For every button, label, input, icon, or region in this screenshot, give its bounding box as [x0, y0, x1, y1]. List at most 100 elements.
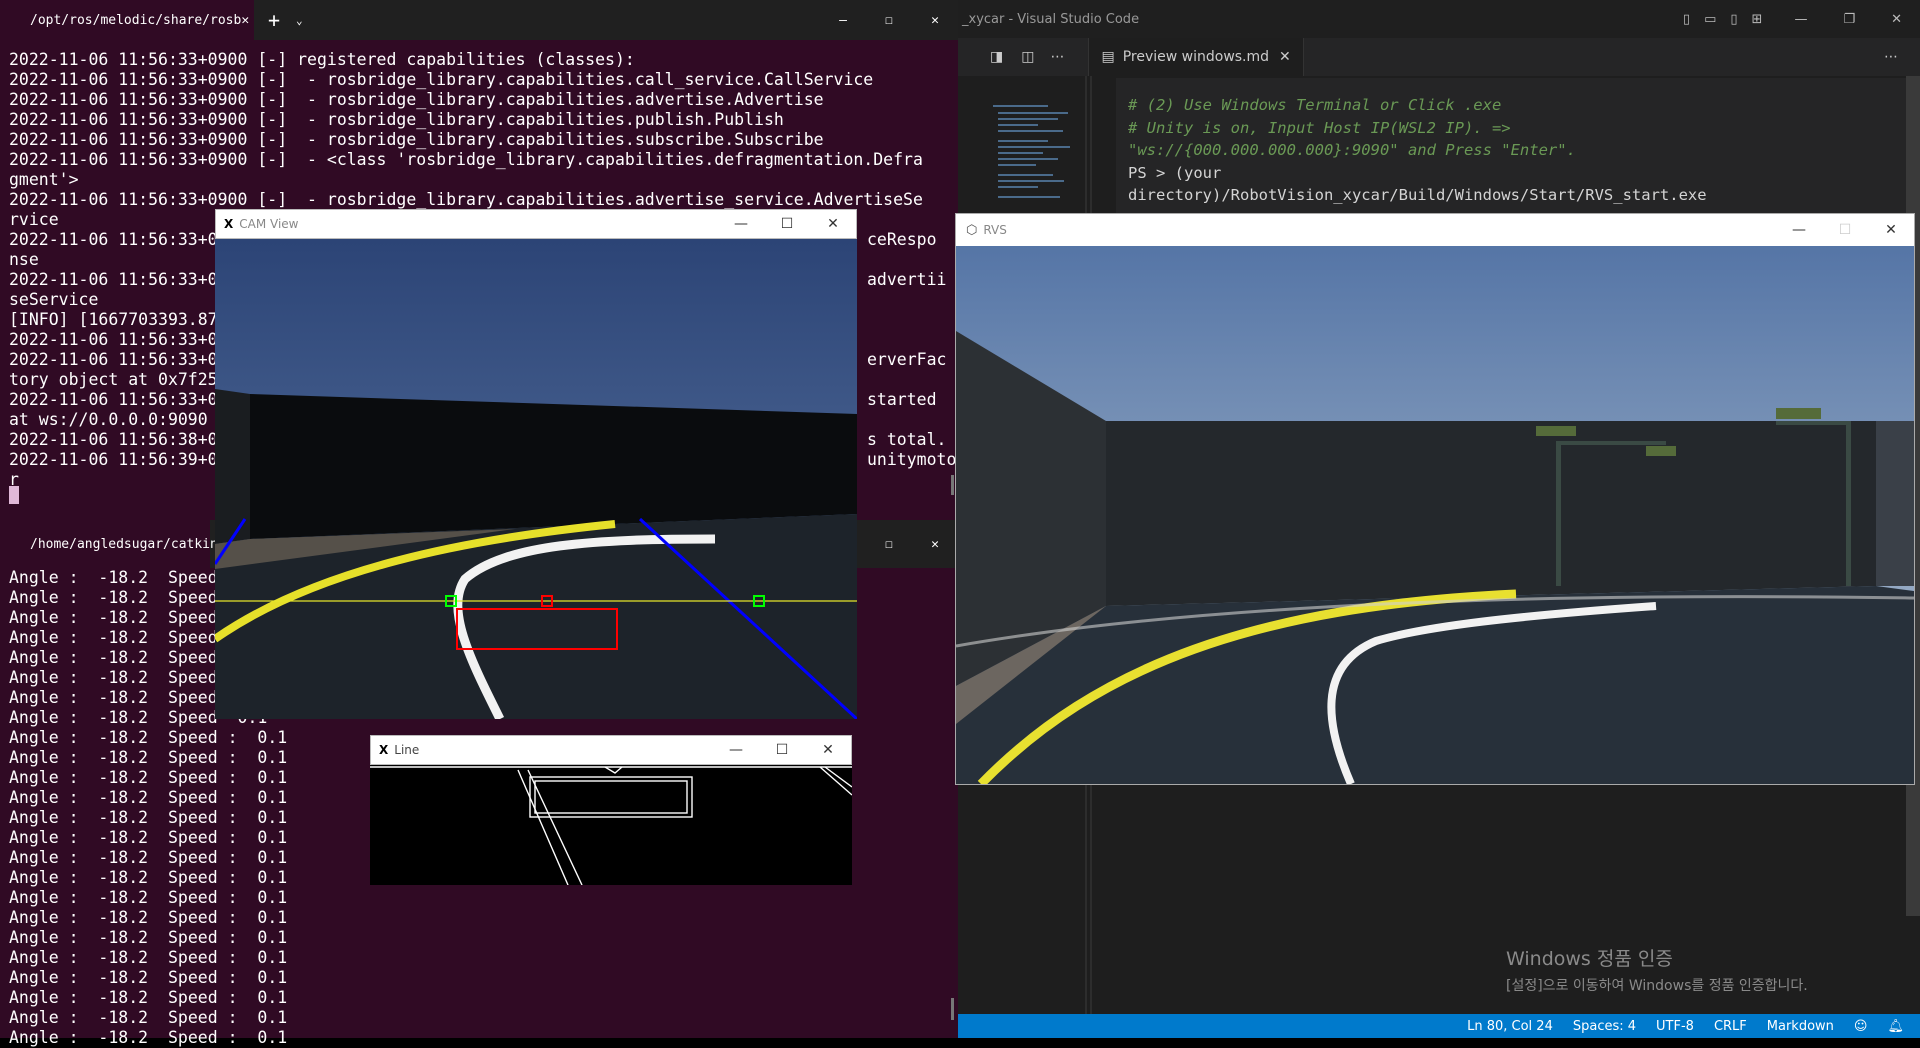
close-window-icon[interactable]: ✕	[1868, 222, 1914, 238]
speed-label: Speed :	[167, 848, 238, 867]
status-language[interactable]: Markdown	[1767, 1019, 1834, 1034]
terminal-top-tab[interactable]: /opt/ros/melodic/share/rosb ✕	[0, 0, 254, 40]
customize-layout-icon[interactable]: ⊞	[1752, 12, 1763, 27]
terminal-line-fragment: seService	[9, 290, 99, 309]
minimize-icon[interactable]: —	[1776, 222, 1822, 238]
watermark-subtitle: [설정]으로 이동하여 Windows를 정품 인증합니다.	[1506, 978, 1808, 994]
close-icon[interactable]: ✕	[241, 13, 249, 28]
terminal-line-fragment: at ws://0.0.0.0:9090	[9, 410, 208, 429]
line-title: Line	[394, 743, 420, 757]
minimize-icon[interactable]: —	[820, 13, 866, 28]
angle-label: Angle :	[9, 708, 79, 727]
minimap[interactable]	[978, 100, 1078, 210]
cam-view-window: X CAM View — ☐ ✕	[215, 209, 857, 719]
open-changes-icon[interactable]: ◨	[990, 49, 1003, 65]
maximize-icon[interactable]: ☐	[866, 13, 912, 28]
more-actions-icon[interactable]: ⋯	[1884, 49, 1898, 65]
angle-label: Angle :	[9, 908, 79, 927]
angle-label: Angle :	[9, 768, 79, 787]
angle-label: Angle :	[9, 1008, 79, 1027]
maximize-icon[interactable]: ☐	[1822, 222, 1868, 238]
terminal-line-fragment: [INFO] [1667703393.87	[9, 310, 218, 329]
terminal-row: Angle : -18.2 Speed : 0.1	[9, 888, 958, 908]
terminal-line-fragment: 2022-11-06 11:56:33+0	[9, 230, 218, 249]
terminal-row: Angle : -18.2 Speed : 0.1	[9, 948, 958, 968]
angle-label: Angle :	[9, 968, 79, 987]
terminal-line-fragment: erverFac	[867, 350, 947, 369]
speed-value: 0.1	[257, 968, 288, 987]
close-window-icon[interactable]: ✕	[805, 742, 851, 758]
chevron-down-icon[interactable]: ⌄	[296, 14, 303, 27]
status-eol[interactable]: CRLF	[1714, 1019, 1747, 1034]
restore-icon[interactable]: ❐	[1843, 12, 1855, 27]
angle-label: Angle :	[9, 588, 79, 607]
speed-label: Speed	[167, 708, 218, 727]
speed-label: Speed	[167, 588, 218, 607]
close-window-icon[interactable]: ✕	[912, 537, 958, 552]
feedback-icon[interactable]: ☺	[1854, 1019, 1868, 1034]
angle-value: -18.2	[98, 848, 149, 867]
angle-label: Angle :	[9, 668, 79, 687]
angle-label: Angle :	[9, 788, 79, 807]
scrollbar[interactable]	[951, 998, 954, 1020]
angle-value: -18.2	[98, 808, 149, 827]
preview-code-line: # Unity is on, Input Host IP(WSL2 IP). =…	[1128, 118, 1511, 137]
preview-code-line: # (2) Use Windows Terminal or Click .exe	[1128, 96, 1502, 114]
layout-panel-icon[interactable]: ▭	[1704, 12, 1716, 27]
terminal-line-fragment: tory object at 0x7f25	[9, 370, 218, 389]
speed-label: Speed :	[167, 828, 238, 847]
speed-label: Speed :	[167, 768, 238, 787]
terminal-line-fragment	[867, 250, 956, 270]
speed-label: Speed	[167, 668, 218, 687]
speed-value: 0.1	[257, 728, 288, 747]
bell-icon[interactable]: 🔔︎	[1887, 1019, 1904, 1034]
terminal-line: 2022-11-06 11:56:33+0900 [-] - rosbridge…	[9, 190, 923, 209]
terminal-line-fragment: nse	[9, 250, 39, 269]
speed-label: Speed :	[167, 968, 238, 987]
terminal-line: gment'>	[9, 170, 79, 189]
angle-label: Angle :	[9, 568, 79, 587]
split-editor-icon[interactable]: ◫	[1021, 49, 1034, 65]
angle-value: -18.2	[98, 928, 149, 947]
terminal-line: 2022-11-06 11:56:33+0900 [-] - rosbridge…	[9, 130, 824, 149]
maximize-icon[interactable]: ☐	[764, 216, 810, 232]
terminal-line: 2022-11-06 11:56:33+0900 [-] - rosbridge…	[9, 70, 874, 89]
minimize-icon[interactable]: —	[713, 742, 759, 758]
layout-secondary-icon[interactable]: ▯	[1730, 12, 1737, 27]
line-image	[370, 765, 852, 885]
minimize-icon[interactable]: —	[1794, 12, 1807, 27]
angle-label: Angle :	[9, 748, 79, 767]
speed-label: Speed :	[167, 788, 238, 807]
status-bar: Ln 80, Col 24 Spaces: 4 UTF-8 CRLF Markd…	[958, 1014, 1920, 1038]
more-actions-icon[interactable]: ⋯	[1050, 49, 1064, 65]
angle-label: Angle :	[9, 808, 79, 827]
terminal-line-fragment: 2022-11-06 11:56:33+0	[9, 350, 218, 369]
maximize-icon[interactable]: ☐	[759, 742, 805, 758]
maximize-icon[interactable]: ☐	[866, 537, 912, 552]
angle-value: -18.2	[98, 648, 149, 667]
close-window-icon[interactable]: ✕	[912, 13, 958, 28]
close-window-icon[interactable]: ✕	[1891, 12, 1902, 27]
speed-value: 0.1	[257, 768, 288, 787]
terminal-row: Angle : -18.2 Speed : 0.1	[9, 988, 958, 1008]
speed-value: 0.1	[257, 1008, 288, 1027]
status-encoding[interactable]: UTF-8	[1656, 1019, 1694, 1034]
new-tab-plus-icon[interactable]: +	[268, 8, 280, 32]
watermark-title: Windows 정품 인증	[1506, 948, 1673, 970]
speed-value: 0.1	[257, 908, 288, 927]
layout-sidebar-icon[interactable]: ▯	[1683, 12, 1690, 27]
status-position[interactable]: Ln 80, Col 24	[1467, 1019, 1553, 1034]
close-window-icon[interactable]: ✕	[810, 216, 856, 232]
cam-view-titlebar: X CAM View — ☐ ✕	[215, 209, 857, 239]
scrollbar[interactable]	[951, 475, 954, 495]
speed-value: 0.1	[257, 868, 288, 887]
speed-value: 0.1	[257, 788, 288, 807]
close-icon[interactable]: ✕	[1279, 49, 1291, 65]
terminal-bottom-tab[interactable]: /home/angledsugar/catkin_w	[0, 520, 234, 568]
tab-preview-windows-md[interactable]: ▤ Preview windows.md ✕	[1088, 38, 1304, 76]
minimize-icon[interactable]: —	[718, 216, 764, 232]
speed-label: Speed :	[167, 908, 238, 927]
speed-label: Speed :	[167, 728, 238, 747]
angle-value: -18.2	[98, 708, 149, 727]
status-spaces[interactable]: Spaces: 4	[1573, 1019, 1636, 1034]
